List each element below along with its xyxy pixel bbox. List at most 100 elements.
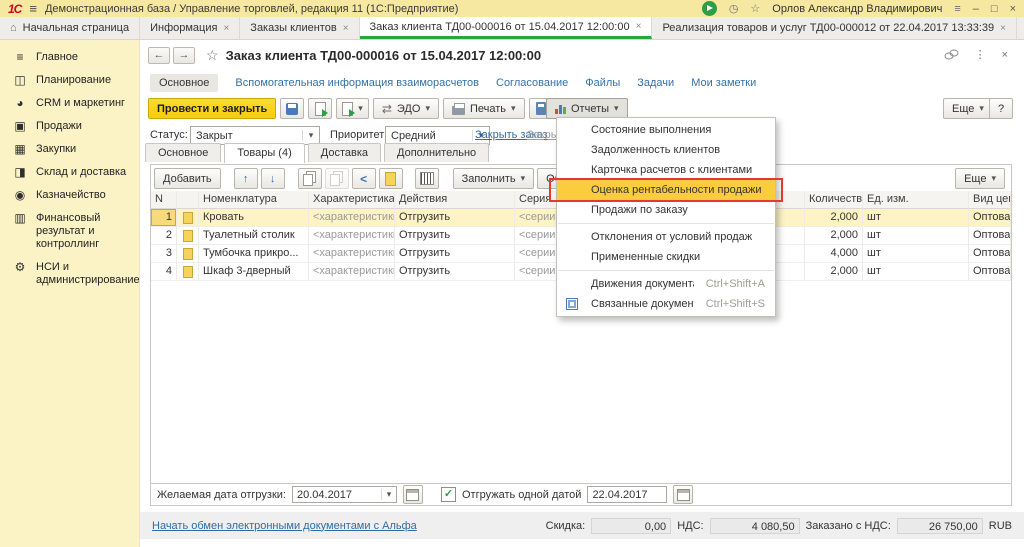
col-quantity[interactable]: Количество	[805, 191, 863, 209]
nav-notes[interactable]: Мои заметки	[691, 77, 756, 89]
move-up-button[interactable]: ↑	[234, 168, 258, 189]
menu-item-execution-state[interactable]: Состояние выполнения	[557, 120, 775, 140]
same-date-checkbox[interactable]: ✓	[441, 487, 456, 502]
menu-item-client-debt[interactable]: Задолженность клиентов	[557, 140, 775, 160]
discussions-icon[interactable]	[702, 1, 717, 16]
nav-files[interactable]: Файлы	[585, 77, 620, 89]
menu-item-deviations[interactable]: Отклонения от условий продаж	[557, 227, 775, 247]
main-menu-icon[interactable]: ≡	[29, 3, 37, 14]
barcode-scan-button[interactable]	[415, 168, 439, 189]
sidebar-item-treasury[interactable]: ◉ Казначейство	[0, 184, 139, 207]
paste-row-button[interactable]	[325, 168, 349, 189]
tab-main-section[interactable]: Основное	[145, 143, 221, 162]
col-nomenclature[interactable]: Номенклатура	[199, 191, 309, 209]
col-unit[interactable]: Ед. изм.	[863, 191, 969, 209]
back-button[interactable]: ←	[148, 47, 170, 64]
close-window-button[interactable]: ×	[1010, 3, 1016, 15]
save-button[interactable]	[280, 98, 304, 119]
history-clock-icon[interactable]: ◷	[729, 2, 739, 15]
create-based-on-button[interactable]: ▾	[336, 98, 369, 119]
col-actions[interactable]: Действия	[395, 191, 515, 209]
close-order-link-2[interactable]: Закры	[527, 129, 559, 141]
col-price-type[interactable]: Вид цен	[969, 191, 1011, 209]
split-row-button[interactable]: <	[352, 168, 376, 189]
panels-menu-icon[interactable]: ≡	[954, 3, 960, 15]
sidebar-item-admin[interactable]: ⚙ НСИ и администрирование	[0, 256, 139, 292]
open-card-button[interactable]	[379, 168, 403, 189]
help-button[interactable]: ?	[989, 98, 1013, 119]
nav-approval[interactable]: Согласование	[496, 77, 568, 89]
close-tab-icon[interactable]: ×	[1000, 23, 1006, 34]
col-icon[interactable]	[177, 191, 199, 209]
yellow-doc-icon	[385, 172, 396, 186]
post-and-close-button[interactable]: Провести и закрыть	[148, 98, 276, 119]
nav-tasks[interactable]: Задачи	[637, 77, 674, 89]
sidebar-item-sales[interactable]: ▣ Продажи	[0, 115, 139, 138]
nav-aux-info[interactable]: Вспомогательная информация взаиморасчето…	[235, 77, 479, 89]
post-icon	[315, 102, 326, 116]
calendar-icon	[677, 489, 690, 501]
copy-row-button[interactable]	[298, 168, 322, 189]
chevron-down-icon[interactable]: ▾	[381, 489, 396, 500]
sidebar-item-label: Продажи	[36, 120, 82, 133]
warehouse-icon: ◨	[13, 166, 27, 179]
table-more-button[interactable]: Еще ▾	[955, 168, 1005, 189]
move-down-button[interactable]: ↓	[261, 168, 285, 189]
tab-home[interactable]: ⌂ Начальная страница	[0, 17, 140, 39]
menu-item-sales-by-order[interactable]: Продажи по заказу	[557, 200, 775, 220]
col-n[interactable]: N	[151, 191, 177, 209]
favorite-star-icon[interactable]: ☆	[206, 47, 219, 64]
chevron-down-icon[interactable]: ▾	[302, 130, 319, 141]
tab-delivery[interactable]: Доставка	[308, 143, 381, 162]
menu-separator	[558, 223, 774, 224]
add-row-button[interactable]: Добавить	[154, 168, 221, 189]
close-tab-icon[interactable]: ×	[636, 21, 642, 32]
single-date-field[interactable]: 22.04.2017	[587, 486, 667, 503]
tab-customer-order-document[interactable]: Заказ клиента ТД00-000016 от 15.04.2017 …	[360, 17, 653, 39]
more-button[interactable]: Еще ▾	[943, 98, 993, 119]
post-document-button[interactable]	[308, 98, 332, 119]
close-tab-icon[interactable]: ×	[343, 23, 349, 34]
discount-label: Скидка:	[546, 520, 586, 532]
menu-item-document-movements[interactable]: Движения документа Ctrl+Shift+A	[557, 274, 775, 294]
menu-item-sales-profitability[interactable]: Оценка рентабельности продажи	[557, 180, 775, 200]
reports-button[interactable]: Отчеты ▾	[546, 98, 628, 119]
menu-item-settlement-card[interactable]: Карточка расчетов с клиентами	[557, 160, 775, 180]
sidebar-item-main[interactable]: ≡ Главное	[0, 46, 139, 69]
edo-button[interactable]: ⇄ ЭДО ▾	[373, 98, 439, 119]
tab-additional[interactable]: Дополнительно	[384, 143, 489, 162]
sidebar-item-planning[interactable]: ◫ Планирование	[0, 69, 139, 92]
menu-item-linked-documents[interactable]: Связанные документы Ctrl+Shift+S	[557, 294, 775, 314]
sidebar-item-crm[interactable]: ◕ CRM и маркетинг	[0, 92, 139, 115]
print-button[interactable]: Печать ▾	[443, 98, 525, 119]
calendar-button[interactable]	[673, 485, 693, 504]
get-link-icon[interactable]	[944, 48, 959, 61]
maximize-button[interactable]: □	[991, 3, 998, 15]
tab-goods[interactable]: Товары (4)	[224, 143, 304, 163]
tab-goods-sales-document[interactable]: Реализация товаров и услуг ТД00-000012 о…	[652, 17, 1017, 39]
menu-item-label: Движения документа	[591, 274, 694, 294]
menu-item-applied-discounts[interactable]: Примененные скидки	[557, 247, 775, 267]
chevron-down-icon: ▾	[358, 103, 363, 114]
close-tab-icon[interactable]: ×	[223, 23, 229, 34]
tab-customer-orders[interactable]: Заказы клиентов ×	[240, 17, 359, 39]
forward-button[interactable]: →	[173, 47, 195, 64]
fill-button[interactable]: Заполнить ▾	[453, 168, 535, 189]
more-dots-icon[interactable]: ⋮	[975, 48, 986, 61]
close-document-icon[interactable]: ×	[1002, 49, 1008, 61]
shipping-date-field[interactable]: 20.04.2017 ▾	[292, 486, 397, 503]
current-user[interactable]: Орлов Александр Владимирович	[772, 3, 942, 15]
edo-exchange-link[interactable]: Начать обмен электронными документами с …	[152, 520, 417, 532]
minimize-button[interactable]: –	[973, 3, 979, 15]
tab-information[interactable]: Информация ×	[140, 17, 240, 39]
favorites-star-icon[interactable]: ☆	[750, 2, 760, 15]
sidebar-item-finance[interactable]: ▥ Финансовый результат и контроллинг	[0, 207, 139, 256]
col-characteristic[interactable]: Характеристика	[309, 191, 395, 209]
total-label: Заказано с НДС:	[806, 520, 891, 532]
sidebar-item-purchases[interactable]: ▦ Закупки	[0, 138, 139, 161]
row-doc-icon	[177, 263, 199, 281]
nav-main[interactable]: Основное	[150, 74, 218, 92]
cell-n: 1	[151, 209, 177, 227]
calendar-button[interactable]	[403, 485, 423, 504]
sidebar-item-warehouse[interactable]: ◨ Склад и доставка	[0, 161, 139, 184]
